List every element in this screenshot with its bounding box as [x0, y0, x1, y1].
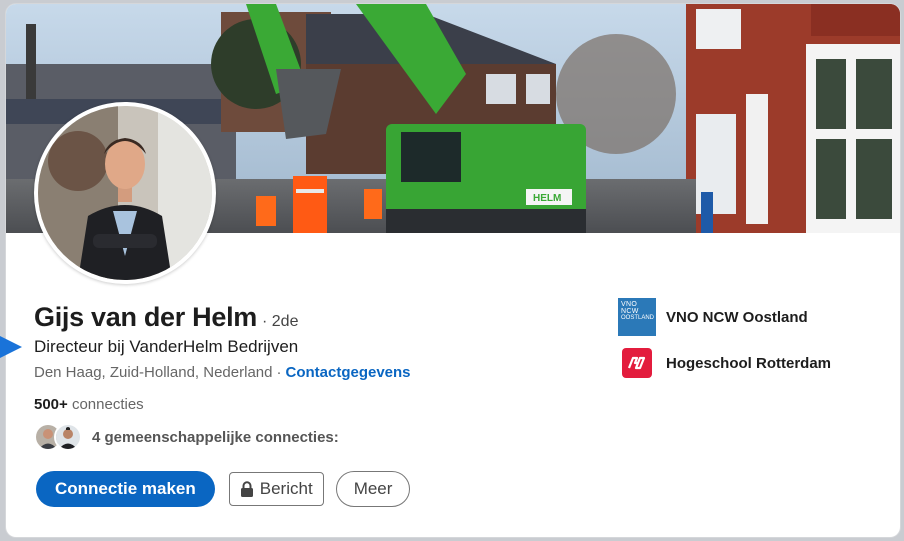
- profile-photo[interactable]: [34, 102, 216, 284]
- hogeschool-rotterdam-logo-icon: [622, 348, 652, 378]
- name-row: Gijs van der Helm · 2de: [34, 302, 298, 333]
- profile-location: Den Haag, Zuid-Holland, Nederland: [34, 364, 273, 381]
- lock-icon: [240, 481, 254, 497]
- more-button[interactable]: Meer: [335, 471, 411, 507]
- mutual-connections-row[interactable]: 4 gemeenschappelijke connecties:: [34, 423, 339, 451]
- banner-brand-text: HELM: [533, 193, 561, 204]
- message-button-label: Bericht: [259, 479, 313, 498]
- message-button[interactable]: Bericht: [228, 472, 324, 506]
- connections-count-row[interactable]: 500+ connecties: [34, 396, 144, 413]
- vno-ncw-logo-icon: VNO NCW OOSTLAND: [618, 298, 656, 336]
- profile-card: HELM Gijs van der Helm · 2de Directeur b…: [6, 4, 900, 537]
- mutual-connection-avatar: [54, 423, 82, 451]
- connection-degree: · 2de: [262, 313, 299, 330]
- contact-info-link[interactable]: Contactgegevens: [285, 364, 410, 381]
- profile-actions: Connectie maken Bericht Meer: [36, 471, 411, 507]
- profile-name: Gijs van der Helm: [34, 302, 257, 332]
- connections-label: connecties: [71, 396, 144, 413]
- connect-button[interactable]: Connectie maken: [36, 471, 215, 507]
- org-name: Hogeschool Rotterdam: [666, 354, 832, 372]
- org-hogeschool-rotterdam[interactable]: Hogeschool Rotterdam: [618, 348, 831, 378]
- profile-headline: Directeur bij VanderHelm Bedrijven: [34, 337, 299, 356]
- mutual-connections-text: 4 gemeenschappelijke connecties:: [92, 428, 339, 446]
- location-row: Den Haag, Zuid-Holland, Nederland · Contac…: [34, 364, 411, 381]
- location-separator: ·: [276, 364, 282, 381]
- connections-count: 500+: [34, 396, 68, 413]
- pointer-arrow-icon: [0, 332, 22, 367]
- org-vno-ncw-oostland[interactable]: VNO NCW OOSTLAND VNO NCW Oostland: [618, 298, 808, 336]
- org-name: VNO NCW Oostland: [666, 308, 808, 326]
